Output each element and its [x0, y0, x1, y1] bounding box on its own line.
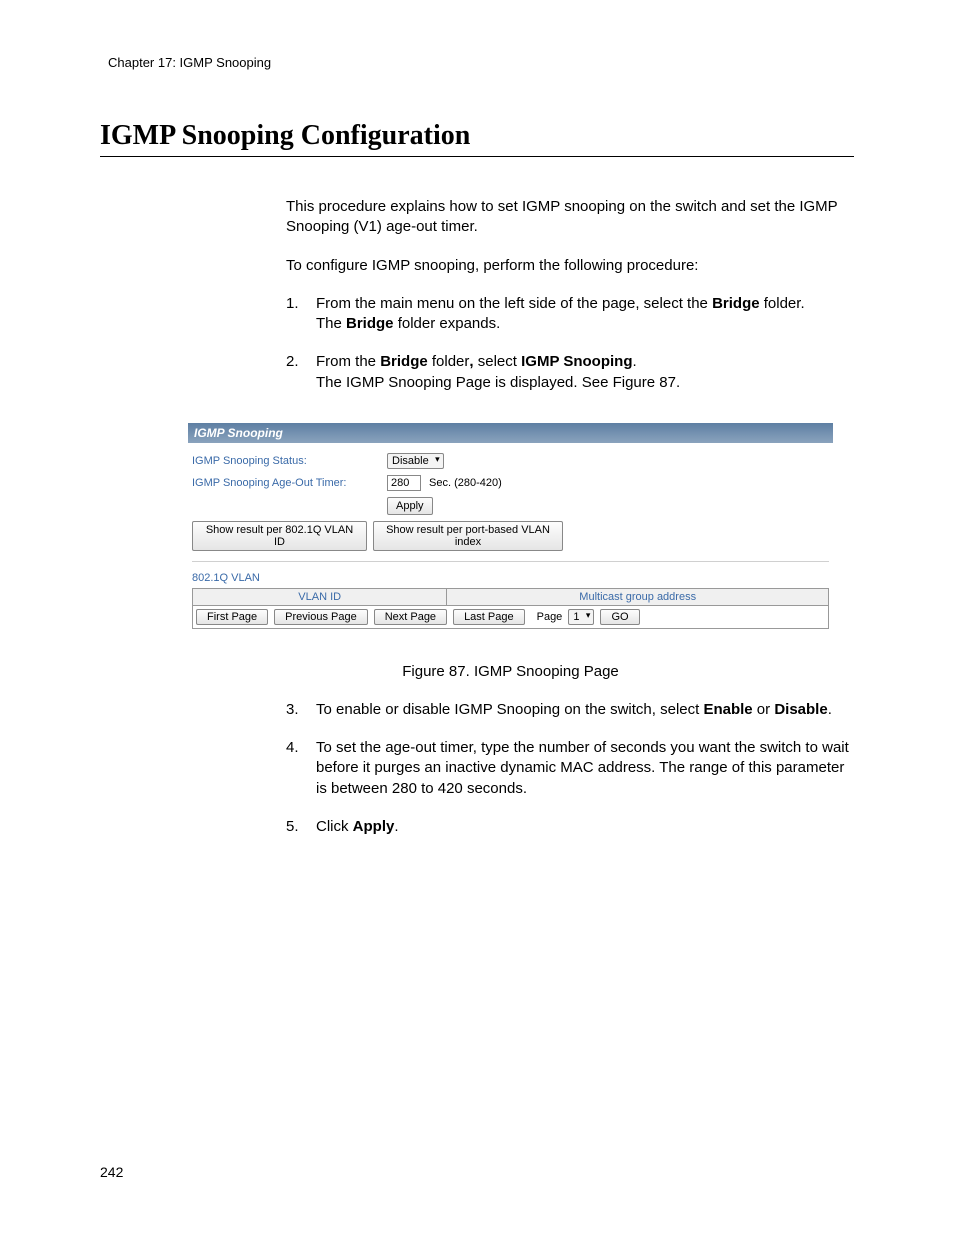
step-2-bold-2: IGMP Snooping [521, 353, 632, 370]
chapter-header: Chapter 17: IGMP Snooping [108, 55, 854, 70]
step-2-text-e: The IGMP Snooping Page is displayed. See… [316, 374, 680, 391]
igmp-panel: IGMP Snooping IGMP Snooping Status: Disa… [188, 423, 833, 635]
status-label: IGMP Snooping Status: [192, 455, 387, 467]
intro-paragraph: This procedure explains how to set IGMP … [286, 197, 854, 238]
panel-form: IGMP Snooping Status: Disable IGMP Snoop… [188, 443, 833, 635]
page-number: 242 [100, 1164, 123, 1180]
timer-label: IGMP Snooping Age-Out Timer: [192, 477, 387, 489]
lead-in: To configure IGMP snooping, perform the … [286, 256, 854, 276]
col-vlan-id: VLAN ID [193, 588, 447, 605]
apply-button[interactable]: Apply [387, 497, 433, 515]
step-2: From the Bridge folder, select IGMP Snoo… [286, 352, 854, 393]
timer-input[interactable]: 280 [387, 475, 421, 491]
step-1-text-a: From the main menu on the left side of t… [316, 295, 712, 312]
step-1-bold-2: Bridge [346, 315, 394, 332]
figure-caption: Figure 87. IGMP Snooping Page [188, 663, 833, 680]
vlan-table: VLAN ID Multicast group address [192, 588, 829, 606]
step-2-text-b: folder [428, 353, 470, 370]
vlan-section-label: 802.1Q VLAN [192, 572, 829, 584]
go-button[interactable]: GO [600, 609, 639, 625]
previous-page-button[interactable]: Previous Page [274, 609, 368, 625]
step-3-bold-2: Disable [774, 701, 827, 718]
show-8021q-button[interactable]: Show result per 802.1Q VLAN ID [192, 521, 367, 551]
step-2-bold-1: Bridge [380, 353, 428, 370]
step-2-text-d: . [633, 353, 637, 370]
page-label: Page [537, 611, 563, 623]
step-3-text-a: To enable or disable IGMP Snooping on th… [316, 701, 703, 718]
steps-bottom: To enable or disable IGMP Snooping on th… [286, 700, 854, 837]
first-page-button[interactable]: First Page [196, 609, 268, 625]
pager: First Page Previous Page Next Page Last … [192, 606, 829, 629]
step-3-text-c: . [828, 701, 832, 718]
step-3: To enable or disable IGMP Snooping on th… [286, 700, 854, 720]
step-1-text-b: folder. [760, 295, 805, 312]
step-1-text-c: The [316, 315, 346, 332]
step-5-text-b: . [394, 818, 398, 835]
step-1-bold: Bridge [712, 295, 760, 312]
page-select[interactable]: 1 [568, 609, 594, 625]
step-2-text-c: select [474, 353, 522, 370]
figure-87: IGMP Snooping IGMP Snooping Status: Disa… [188, 423, 833, 680]
last-page-button[interactable]: Last Page [453, 609, 525, 625]
show-portbased-button[interactable]: Show result per port-based VLAN index [373, 521, 563, 551]
step-5-text-a: Click [316, 818, 353, 835]
step-2-text-a: From the [316, 353, 380, 370]
step-1-text-d: folder expands. [394, 315, 501, 332]
panel-title-bar: IGMP Snooping [188, 423, 833, 443]
steps-top: From the main menu on the left side of t… [286, 294, 854, 393]
timer-suffix: Sec. (280-420) [429, 477, 502, 489]
content-body-lower: To enable or disable IGMP Snooping on th… [286, 700, 854, 837]
col-multicast: Multicast group address [447, 588, 829, 605]
step-1: From the main menu on the left side of t… [286, 294, 854, 335]
step-3-text-b: or [753, 701, 775, 718]
step-4: To set the age-out timer, type the numbe… [286, 738, 854, 799]
content-body: This procedure explains how to set IGMP … [286, 197, 854, 393]
divider [192, 561, 829, 562]
page-title: IGMP Snooping Configuration [100, 120, 854, 157]
next-page-button[interactable]: Next Page [374, 609, 447, 625]
step-5: Click Apply. [286, 817, 854, 837]
step-5-bold: Apply [353, 818, 395, 835]
step-3-bold-1: Enable [703, 701, 752, 718]
status-dropdown[interactable]: Disable [387, 453, 444, 469]
